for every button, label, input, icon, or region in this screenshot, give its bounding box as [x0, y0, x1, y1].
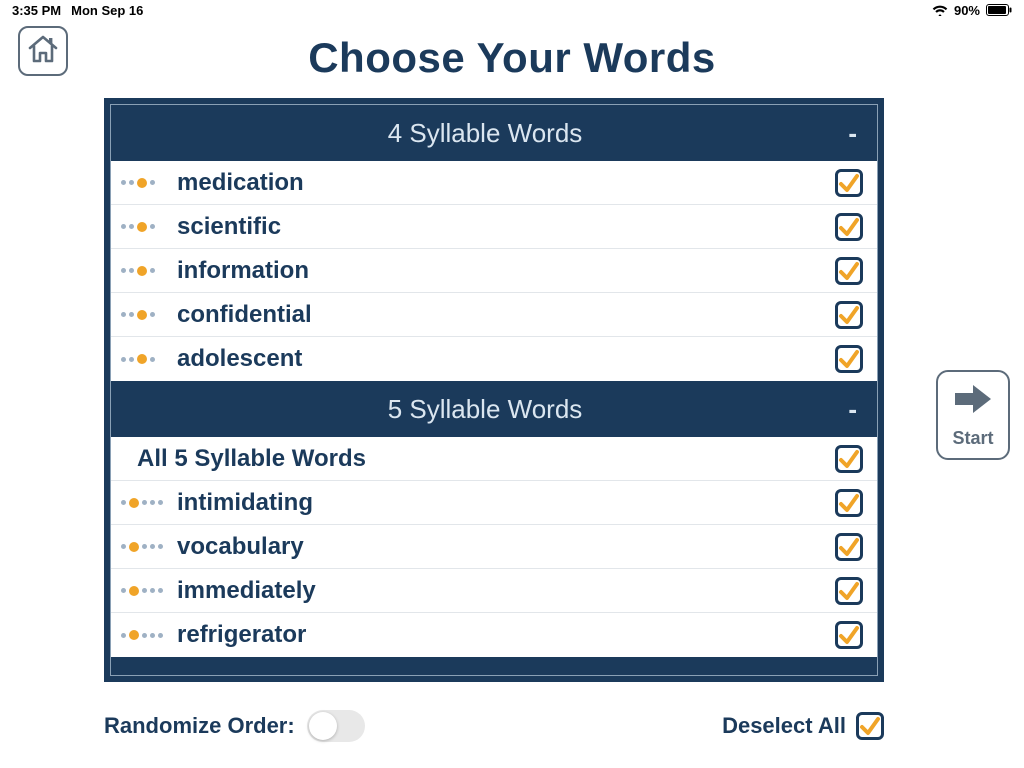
section-header[interactable]: 5 Syllable Words-	[111, 381, 877, 437]
stress-dots	[121, 310, 169, 320]
word-checkbox[interactable]	[835, 169, 863, 197]
word-checkbox[interactable]	[835, 489, 863, 517]
word-checkbox[interactable]	[835, 213, 863, 241]
stress-dots	[121, 630, 169, 640]
word-label: intimidating	[177, 489, 835, 517]
section-header[interactable]: 4 Syllable Words-	[111, 105, 877, 161]
randomize-label: Randomize Order:	[104, 713, 295, 739]
footer-bar: Randomize Order: Deselect All	[104, 710, 884, 742]
deselect-checkbox[interactable]	[856, 712, 884, 740]
word-row[interactable]: scientific	[111, 205, 877, 249]
word-checkbox[interactable]	[835, 345, 863, 373]
word-row[interactable]: confidential	[111, 293, 877, 337]
stress-dots	[121, 586, 169, 596]
wifi-icon	[932, 4, 948, 16]
stress-dots	[121, 354, 169, 364]
status-battery: 90%	[954, 3, 980, 18]
word-label: medication	[177, 169, 835, 197]
status-time: 3:35 PM	[12, 3, 61, 18]
word-label: information	[177, 257, 835, 285]
word-checkbox[interactable]	[835, 621, 863, 649]
word-label: immediately	[177, 577, 835, 605]
word-checkbox[interactable]	[835, 577, 863, 605]
word-checkbox[interactable]	[835, 257, 863, 285]
start-label: Start	[952, 428, 993, 449]
word-checkbox[interactable]	[835, 445, 863, 473]
word-row[interactable]: refrigerator	[111, 613, 877, 657]
stress-dots	[121, 266, 169, 276]
collapse-icon: -	[839, 105, 857, 161]
randomize-toggle[interactable]	[307, 710, 365, 742]
section-rows: medication scientific information confident…	[111, 161, 877, 381]
collapse-icon: -	[839, 381, 857, 437]
battery-icon	[986, 4, 1012, 16]
toggle-knob	[309, 712, 337, 740]
all-words-row[interactable]: All 5 Syllable Words	[111, 437, 877, 481]
stress-dots	[121, 222, 169, 232]
stress-dots	[121, 498, 169, 508]
page-title: Choose Your Words	[0, 34, 1024, 82]
word-row[interactable]: intimidating	[111, 481, 877, 525]
word-row[interactable]: vocabulary	[111, 525, 877, 569]
word-label: vocabulary	[177, 533, 835, 561]
home-icon	[26, 32, 60, 71]
all-words-label: All 5 Syllable Words	[137, 445, 835, 473]
word-panel: 4 Syllable Words-medicationscientificinf…	[104, 98, 884, 682]
word-checkbox[interactable]	[835, 301, 863, 329]
start-button[interactable]: Start	[936, 370, 1010, 460]
word-checkbox[interactable]	[835, 533, 863, 561]
word-row[interactable]: immediately	[111, 569, 877, 613]
word-row[interactable]: information	[111, 249, 877, 293]
arrow-right-icon	[951, 381, 995, 422]
home-button[interactable]	[18, 26, 68, 76]
word-row[interactable]: adolescent	[111, 337, 877, 381]
word-row[interactable]: medication	[111, 161, 877, 205]
status-bar: 3:35 PM Mon Sep 16 90%	[0, 0, 1024, 20]
word-label: refrigerator	[177, 621, 835, 649]
word-label: confidential	[177, 301, 835, 329]
status-date: Mon Sep 16	[71, 3, 143, 18]
stress-dots	[121, 542, 169, 552]
deselect-label: Deselect All	[722, 713, 846, 739]
word-label: adolescent	[177, 345, 835, 373]
stress-dots	[121, 178, 169, 188]
word-label: scientific	[177, 213, 835, 241]
section-title: 4 Syllable Words	[131, 105, 839, 161]
section-title: 5 Syllable Words	[131, 381, 839, 437]
section-rows: All 5 Syllable Words intimidating vocabula…	[111, 437, 877, 657]
